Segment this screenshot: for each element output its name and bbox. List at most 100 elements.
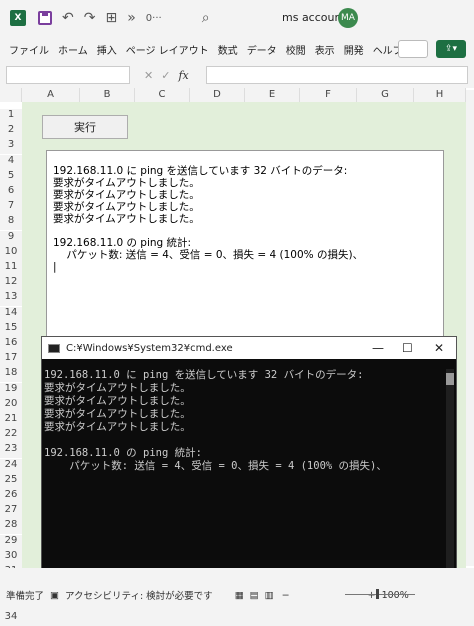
- quick-access-icon[interactable]: ⊞: [105, 10, 117, 26]
- column-header[interactable]: F: [300, 88, 357, 102]
- ribbon-tab[interactable]: 表示: [315, 42, 335, 57]
- normal-view-icon[interactable]: ▦: [235, 590, 244, 601]
- share-button[interactable]: ⇪▾: [436, 40, 466, 58]
- output-textbox[interactable]: 192.168.11.0 に ping を送信しています 32 バイトのデータ:…: [46, 150, 444, 340]
- cmd-line: 要求がタイムアウトしました。: [44, 408, 191, 420]
- zoom-in-button[interactable]: +: [368, 590, 376, 601]
- ribbon-tab[interactable]: ページ レイアウト: [126, 42, 209, 57]
- column-header[interactable]: C: [135, 88, 190, 102]
- row-header[interactable]: 14: [0, 306, 22, 322]
- redo-icon[interactable]: ↷: [84, 10, 96, 26]
- cmd-window: C:¥Windows¥System32¥cmd.exe — ☐ ✕ 192.16…: [41, 336, 457, 576]
- row-header[interactable]: 11: [0, 261, 22, 277]
- row-header[interactable]: 16: [0, 337, 22, 353]
- maximize-icon[interactable]: ☐: [402, 341, 413, 355]
- close-icon[interactable]: ✕: [434, 341, 444, 355]
- name-box[interactable]: [6, 66, 130, 84]
- textbox-line: パケット数: 送信 = 4、受信 = 0、損失 = 4 (100% の損失)、: [53, 249, 364, 261]
- zoom-level[interactable]: 100%: [382, 590, 409, 601]
- quick-access-more[interactable]: 0···: [146, 13, 162, 24]
- cmd-title: C:¥Windows¥System32¥cmd.exe: [66, 342, 233, 354]
- run-button[interactable]: 実行: [42, 115, 128, 139]
- zoom-out-button[interactable]: −: [282, 590, 290, 601]
- sheet-tab-bar: [0, 568, 474, 586]
- ready-status: 準備完了: [6, 591, 45, 602]
- column-header[interactable]: A: [22, 88, 80, 102]
- row-header[interactable]: 29: [0, 534, 22, 550]
- enter-icon[interactable]: ✓: [161, 69, 170, 82]
- row-header[interactable]: 9: [0, 230, 22, 246]
- row-header[interactable]: 13: [0, 291, 22, 307]
- row-header[interactable]: 24: [0, 458, 22, 474]
- cmd-scroll-thumb[interactable]: [446, 373, 454, 385]
- row-header[interactable]: 27: [0, 504, 22, 520]
- ribbon-tab[interactable]: データ: [247, 42, 277, 57]
- page-break-icon[interactable]: ▥: [265, 590, 274, 601]
- row-header[interactable]: 7: [0, 200, 22, 216]
- row-header[interactable]: 6: [0, 185, 22, 201]
- account-name[interactable]: ms account: [282, 11, 346, 24]
- row-header[interactable]: 15: [0, 321, 22, 337]
- cmd-title-bar[interactable]: C:¥Windows¥System32¥cmd.exe — ☐ ✕: [42, 337, 456, 359]
- ribbon-tab[interactable]: ホーム: [58, 42, 88, 57]
- column-header[interactable]: E: [245, 88, 300, 102]
- row-header[interactable]: 22: [0, 428, 22, 444]
- row-header[interactable]: 25: [0, 473, 22, 489]
- cmd-line: 192.168.11.0 に ping を送信しています 32 バイトのデータ:: [44, 369, 364, 381]
- row-header[interactable]: 28: [0, 519, 22, 535]
- column-header[interactable]: G: [357, 88, 414, 102]
- zoom-slider-thumb[interactable]: [376, 589, 379, 599]
- ribbon-tab[interactable]: 開発: [344, 42, 364, 57]
- accessibility-status[interactable]: アクセシビリティ: 検討が必要です: [65, 588, 213, 602]
- cmd-line: 要求がタイムアウトしました。: [44, 395, 191, 407]
- row-header[interactable]: 23: [0, 443, 22, 459]
- row-header[interactable]: 2: [0, 124, 22, 140]
- row-header[interactable]: 1: [0, 109, 22, 125]
- zoom-slider[interactable]: [345, 594, 415, 595]
- cmd-icon: [48, 343, 60, 353]
- column-header[interactable]: B: [80, 88, 135, 102]
- cmd-scrollbar[interactable]: [446, 369, 454, 569]
- ribbon-tab[interactable]: 校閲: [286, 42, 306, 57]
- ribbon-tab[interactable]: ファイル: [9, 42, 49, 57]
- row-header[interactable]: 10: [0, 245, 22, 261]
- comment-button[interactable]: [398, 40, 428, 58]
- macro-icon[interactable]: ▣: [50, 590, 59, 601]
- row-header[interactable]: 26: [0, 489, 22, 505]
- row-header[interactable]: 19: [0, 382, 22, 398]
- cmd-line: 192.168.11.0 の ping 統計:: [44, 447, 202, 459]
- textbox-line: 要求がタイムアウトしました。: [53, 189, 200, 201]
- row-header[interactable]: 21: [0, 413, 22, 429]
- row-header[interactable]: 4: [0, 154, 22, 170]
- column-header[interactable]: D: [190, 88, 245, 102]
- row-header[interactable]: 34: [0, 610, 22, 626]
- row-header[interactable]: 8: [0, 215, 22, 231]
- row-header[interactable]: 30: [0, 549, 22, 565]
- textbox-line: |: [53, 261, 57, 273]
- search-icon[interactable]: ⌕: [202, 10, 210, 26]
- row-header[interactable]: 3: [0, 139, 22, 155]
- formula-input[interactable]: [206, 66, 468, 84]
- page-layout-icon[interactable]: ▤: [250, 590, 259, 601]
- cancel-icon[interactable]: ✕: [144, 69, 153, 82]
- cmd-line: 要求がタイムアウトしました。: [44, 421, 191, 433]
- save-icon[interactable]: [38, 11, 52, 25]
- textbox-line: [53, 225, 437, 237]
- row-header[interactable]: 18: [0, 367, 22, 383]
- vertical-scrollbar[interactable]: [466, 90, 474, 566]
- overflow-chevron[interactable]: »: [127, 10, 136, 26]
- column-header[interactable]: H: [414, 88, 466, 102]
- row-header[interactable]: 12: [0, 276, 22, 292]
- cmd-line: パケット数: 送信 = 4、受信 = 0、損失 = 4 (100% の損失)、: [44, 460, 387, 472]
- undo-icon[interactable]: ↶: [62, 10, 74, 26]
- avatar[interactable]: MA: [338, 8, 358, 28]
- row-header[interactable]: 5: [0, 169, 22, 185]
- ribbon-tab[interactable]: 挿入: [97, 42, 117, 57]
- row-header[interactable]: 17: [0, 352, 22, 368]
- minimize-icon[interactable]: —: [372, 341, 384, 355]
- select-all-corner[interactable]: [0, 88, 22, 102]
- row-header[interactable]: 20: [0, 397, 22, 413]
- textbox-line: 要求がタイムアウトしました。: [53, 177, 200, 189]
- ribbon-tab[interactable]: 数式: [218, 42, 238, 57]
- fx-icon[interactable]: fx: [178, 69, 188, 82]
